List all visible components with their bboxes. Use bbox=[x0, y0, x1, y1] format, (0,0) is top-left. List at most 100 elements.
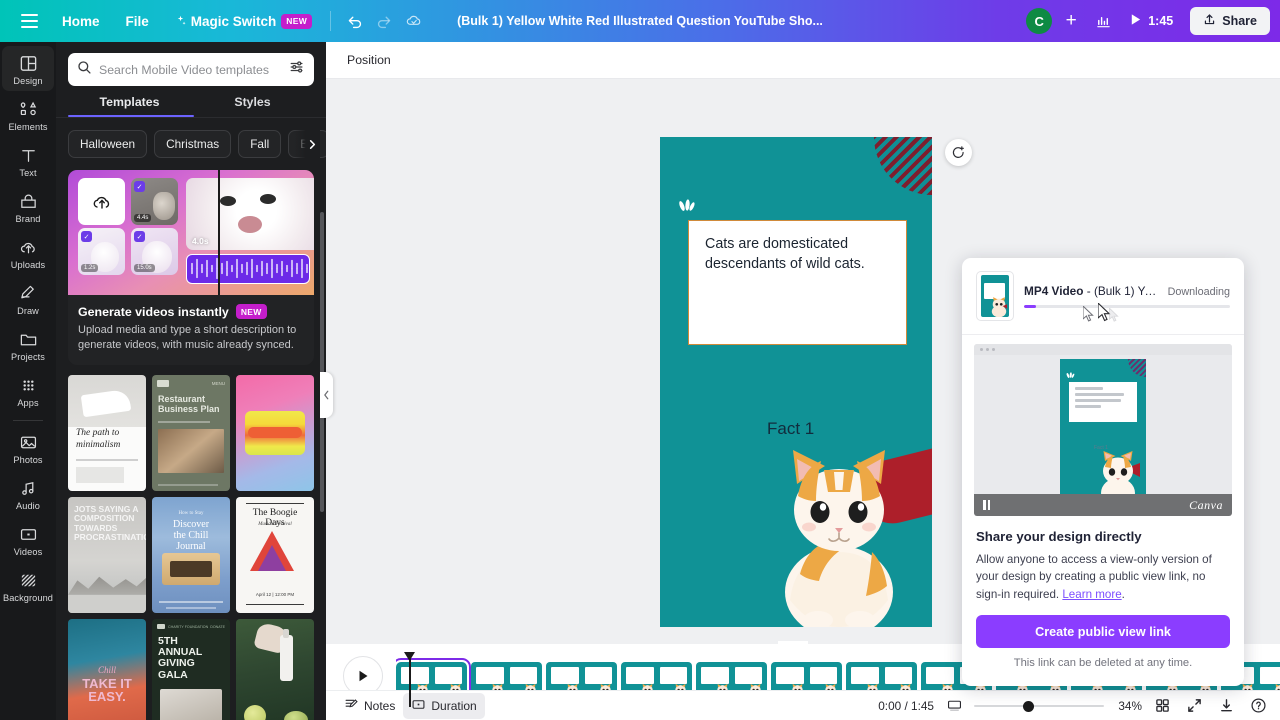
tab-templates[interactable]: Templates bbox=[68, 95, 191, 117]
magic-switch-label: Magic Switch bbox=[190, 13, 277, 29]
sidebar-item-videos[interactable]: Videos bbox=[2, 517, 54, 562]
sidebar-item-uploads[interactable]: Uploads bbox=[2, 230, 54, 275]
timeline-playhead[interactable] bbox=[409, 659, 411, 707]
video-preview[interactable]: Fact 1 Canva bbox=[974, 344, 1232, 516]
sidebar-item-design[interactable]: Design bbox=[2, 46, 54, 91]
template-card-6[interactable]: Chill TAKE IT EASY. bbox=[68, 618, 146, 720]
magic-switch-button[interactable]: Magic Switch NEW bbox=[165, 8, 322, 35]
sidebar-item-brand[interactable]: Brand bbox=[2, 184, 54, 229]
sidebar-item-apps[interactable]: Apps bbox=[2, 368, 54, 413]
panel-collapse-handle[interactable] bbox=[320, 372, 333, 418]
draw-pencil-icon bbox=[19, 283, 38, 303]
sidebar-item-audio[interactable]: Audio bbox=[2, 471, 54, 516]
template-card-8[interactable] bbox=[236, 618, 314, 720]
videos-frame-icon bbox=[19, 524, 38, 544]
sidebar-label-brand: Brand bbox=[15, 214, 41, 224]
sidebar-label-photos: Photos bbox=[13, 455, 43, 465]
preview-card-lines bbox=[1075, 387, 1131, 408]
file-menu-button[interactable]: File bbox=[116, 8, 159, 35]
pause-icon[interactable] bbox=[983, 500, 990, 510]
grid-view-icon[interactable] bbox=[1150, 694, 1174, 718]
sidebar-item-photos[interactable]: Photos bbox=[2, 425, 54, 470]
add-comment-icon[interactable] bbox=[945, 139, 972, 166]
template-card-5[interactable]: The Boogie Days Musical Festival April 1… bbox=[236, 496, 314, 613]
search-box[interactable] bbox=[68, 53, 314, 86]
magic-switch-new-badge: NEW bbox=[281, 13, 313, 29]
promo-title: Generate videos instantly bbox=[78, 304, 229, 319]
video-duration: 1:45 bbox=[1148, 14, 1174, 28]
play-icon bbox=[1129, 13, 1142, 29]
chip-halloween[interactable]: Halloween bbox=[68, 130, 148, 158]
preview-play-button[interactable]: 1:45 bbox=[1120, 8, 1182, 34]
promo-card-generate-videos[interactable]: ✓ 4.4s ✓ 1.2s ✓ 15.0s 4.0s Generate vide… bbox=[68, 170, 314, 365]
cloud-sync-icon[interactable] bbox=[399, 6, 429, 36]
fact-text-card[interactable]: Cats are domesticated descendants of wil… bbox=[688, 220, 907, 345]
sidebar-item-background[interactable]: Background bbox=[2, 563, 54, 608]
download-icon[interactable] bbox=[1214, 694, 1238, 718]
preview-controls: Canva bbox=[974, 494, 1232, 516]
share-button[interactable]: Share bbox=[1190, 7, 1270, 35]
tab-styles[interactable]: Styles bbox=[191, 95, 314, 117]
template-card-4[interactable]: How to Stay Discover the Chill Journal bbox=[152, 496, 230, 613]
sidebar-label-apps: Apps bbox=[17, 398, 39, 408]
fullscreen-expand-icon[interactable] bbox=[1182, 694, 1206, 718]
sidebar-item-draw[interactable]: Draw bbox=[2, 276, 54, 321]
template-card-7[interactable]: CHARITY FOUNDATION DONATE 5TH ANNUAL GIVIN… bbox=[152, 618, 230, 720]
chip-fall[interactable]: Fall bbox=[238, 130, 282, 158]
text-t-icon bbox=[19, 145, 38, 165]
home-button[interactable]: Home bbox=[52, 8, 110, 35]
template-card-1[interactable]: MENU Restaurant Business Plan bbox=[152, 374, 230, 491]
video-thumbnail bbox=[976, 271, 1014, 321]
zoom-percent[interactable]: 34% bbox=[1112, 699, 1142, 713]
zoom-slider-knob[interactable] bbox=[1023, 700, 1034, 712]
page-view-icon[interactable] bbox=[942, 694, 966, 718]
chip-christmas[interactable]: Christmas bbox=[154, 130, 232, 158]
template-card-3[interactable]: JOTS SAYING A COMPOSITION TOWARDS PROCRASTI… bbox=[68, 496, 146, 613]
panel-scrollbar[interactable] bbox=[320, 212, 324, 512]
chevron-right-icon[interactable] bbox=[294, 130, 320, 158]
create-public-view-link-button[interactable]: Create public view link bbox=[976, 615, 1230, 649]
upload-cloud-icon bbox=[19, 237, 38, 257]
playhead-marker-icon[interactable] bbox=[404, 648, 415, 661]
plus-icon[interactable]: + bbox=[1058, 8, 1084, 34]
template-card-2[interactable] bbox=[236, 374, 314, 491]
preview-corner-stripes bbox=[1128, 359, 1146, 377]
sidebar-item-elements[interactable]: Elements bbox=[2, 92, 54, 137]
template-card-0[interactable]: The path to minimalism bbox=[68, 374, 146, 491]
search-input[interactable] bbox=[99, 62, 282, 77]
avatar[interactable]: C bbox=[1026, 8, 1053, 34]
share-section: Share your design directly Allow anyone … bbox=[962, 516, 1244, 603]
design-page[interactable]: Cats are domesticated descendants of wil… bbox=[660, 137, 932, 627]
hamburger-icon[interactable] bbox=[12, 4, 46, 38]
download-progress-fill bbox=[1024, 305, 1037, 308]
share-description-end: . bbox=[1121, 587, 1125, 601]
chevron-down-icon[interactable] bbox=[778, 641, 808, 644]
zoom-slider[interactable] bbox=[974, 700, 1104, 712]
cat-illustration[interactable] bbox=[764, 432, 914, 627]
download-meta: MP4 Video - (Bulk 1) Yello... Downloadin… bbox=[1024, 284, 1230, 308]
templates-panel: Templates Styles Halloween Christmas Fal… bbox=[56, 42, 326, 720]
insights-bar-chart-icon[interactable] bbox=[1088, 6, 1118, 36]
notes-button[interactable]: Notes bbox=[336, 693, 403, 719]
apps-grid-icon bbox=[19, 375, 38, 395]
position-button[interactable]: Position bbox=[340, 48, 398, 72]
rail-divider bbox=[13, 420, 43, 421]
sidebar-item-text[interactable]: Text bbox=[2, 138, 54, 183]
learn-more-link[interactable]: Learn more bbox=[1062, 588, 1121, 601]
magic-wand-icon bbox=[175, 14, 186, 29]
toolbar-divider bbox=[330, 11, 332, 31]
redo-icon[interactable] bbox=[369, 6, 399, 36]
sidebar-label-design: Design bbox=[13, 76, 43, 86]
sparkle-leaf-icon bbox=[676, 195, 698, 217]
sidebar-item-projects[interactable]: Projects bbox=[2, 322, 54, 367]
help-question-icon[interactable] bbox=[1246, 694, 1270, 718]
corner-stripes-decoration bbox=[874, 137, 932, 195]
home-label: Home bbox=[62, 13, 100, 29]
undo-icon[interactable] bbox=[339, 6, 369, 36]
duration-button[interactable]: Duration bbox=[403, 692, 485, 719]
promo-title-row: Generate videos instantly NEW bbox=[78, 304, 304, 319]
filter-sliders-icon[interactable] bbox=[289, 59, 305, 80]
share-title: Share your design directly bbox=[976, 529, 1142, 544]
left-rail: Design Elements Text Brand Uploads Draw … bbox=[0, 42, 56, 720]
projects-folder-icon bbox=[19, 329, 38, 349]
